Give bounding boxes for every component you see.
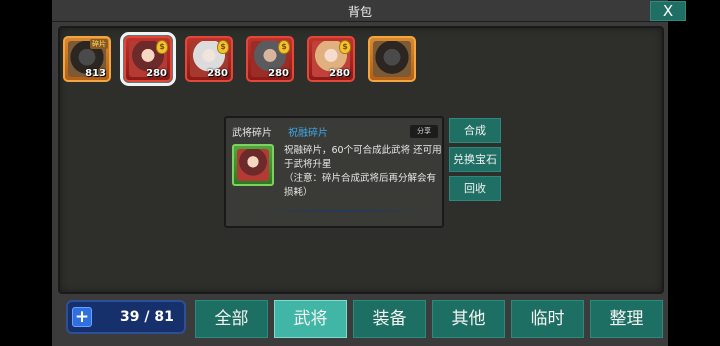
item-category: 武将碎片 xyxy=(232,128,272,139)
tab-heroes[interactable]: 武将 xyxy=(274,300,347,338)
coin-icon: $ xyxy=(278,40,290,54)
inventory-slot-selected[interactable]: $ 280 xyxy=(120,32,176,86)
item-description: 祝融碎片，60个可合成此武将 还可用于武将升星 （注意：碎片合成武将后再分解会有… xyxy=(284,144,442,200)
sort-button[interactable]: 整理 xyxy=(590,300,663,338)
capacity-counter: + 39 / 81 xyxy=(66,300,186,334)
compose-button[interactable]: 合成 xyxy=(449,118,501,143)
inventory-slot[interactable]: $ 280 xyxy=(307,36,355,82)
coin-icon: $ xyxy=(339,40,351,54)
item-count: 280 xyxy=(146,68,167,79)
coin-icon: $ xyxy=(156,40,168,54)
item-count: 280 xyxy=(268,68,289,79)
title-bar: 背包 X xyxy=(52,0,686,22)
share-button[interactable]: 分享 xyxy=(410,125,438,138)
exchange-gem-button[interactable]: 兑换宝石 xyxy=(449,147,501,172)
item-count: 280 xyxy=(329,68,350,79)
item-name: 祝融碎片 xyxy=(288,128,328,139)
hero-portrait-icon xyxy=(373,41,411,77)
fragment-badge: 碎片 xyxy=(90,39,108,49)
inventory-slot[interactable]: $ 280 xyxy=(185,36,233,82)
inventory-slot[interactable]: 碎片 813 xyxy=(63,36,111,82)
item-info-panel: 武将碎片 祝融碎片 分享 祝融碎片，60个可合成此武将 还可用于武将升星 （注意… xyxy=(224,116,444,228)
divider xyxy=(256,210,432,212)
inventory-slot[interactable] xyxy=(368,36,416,82)
close-button[interactable]: X xyxy=(650,1,686,21)
item-count: 813 xyxy=(85,68,106,79)
item-icon xyxy=(232,144,274,186)
capacity-text: 39 / 81 xyxy=(120,309,174,325)
tab-equipment[interactable]: 装备 xyxy=(353,300,426,338)
bottom-bar: + 39 / 81 全部 武将 装备 其他 临时 整理 xyxy=(58,296,664,340)
hero-portrait-icon xyxy=(237,149,269,181)
recycle-button[interactable]: 回收 xyxy=(449,176,501,201)
tab-all[interactable]: 全部 xyxy=(195,300,268,338)
inventory-slot[interactable]: $ 280 xyxy=(246,36,294,82)
window-title: 背包 xyxy=(347,5,372,19)
tab-temporary[interactable]: 临时 xyxy=(511,300,584,338)
item-note-text: （注意：碎片合成武将后再分解会有损耗） xyxy=(284,173,437,198)
tab-other[interactable]: 其他 xyxy=(432,300,505,338)
item-description-text: 祝融碎片，60个可合成此武将 还可用于武将升星 xyxy=(284,145,442,170)
item-count: 280 xyxy=(207,68,228,79)
coin-icon: $ xyxy=(217,40,229,54)
plus-icon[interactable]: + xyxy=(72,307,92,327)
